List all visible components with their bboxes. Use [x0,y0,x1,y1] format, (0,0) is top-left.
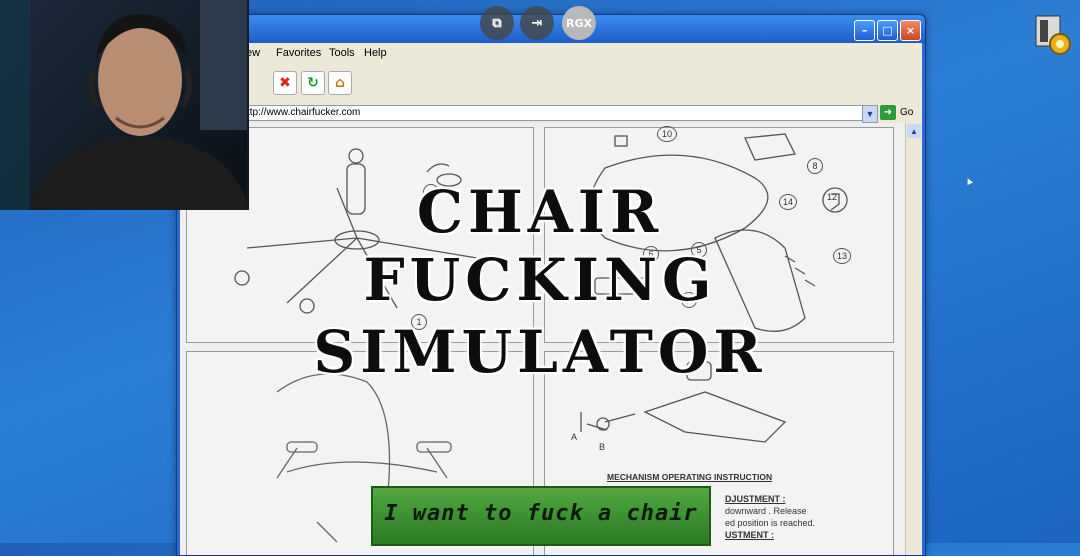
close-button[interactable]: × [900,20,921,41]
fuck-chair-button[interactable]: I want to fuck a chair [371,486,711,546]
refresh-icon[interactable]: ↻ [301,71,325,95]
stop-icon[interactable]: ✖ [273,71,297,95]
game-title-line-2: FUCKING [363,246,717,314]
go-button[interactable]: Go [900,107,913,118]
menu-favorites[interactable]: Favorites [276,47,321,59]
url-input[interactable]: ttp://www.chairfucker.com [242,105,868,121]
toolbar: ▾ ✖ ↻ ⌂ [180,63,922,104]
instruction-line: DJUSTMENT : [725,494,786,504]
part-number: 10 [657,126,677,142]
url-dropdown-icon[interactable]: ▼ [862,105,878,123]
address-bar: ttp://www.chairfucker.com ▼ ➜ Go [180,103,922,124]
instruction-line: downward . Release [725,506,807,516]
scroll-up-icon[interactable]: ▲ [907,124,921,138]
webcam-feed [0,0,249,210]
exit-icon[interactable]: ⇥ [520,6,554,40]
instruction-line: ed position is reached. [725,518,816,528]
menu-tools[interactable]: Tools [329,47,355,59]
game-title-line-3: SIMULATOR [313,318,767,386]
instruction-heading: MECHANISM OPERATING INSTRUCTION [607,472,773,482]
menu-help[interactable]: Help [364,47,387,59]
minimize-button[interactable]: – [854,20,875,41]
home-icon[interactable]: ⌂ [328,71,352,95]
popout-icon[interactable]: ⧉ [480,6,514,40]
menubar: ew Favorites Tools Help [180,43,922,64]
instruction-line: USTMENT : [725,530,774,540]
settings-gear-icon[interactable] [1034,14,1072,56]
go-arrow-icon[interactable]: ➜ [880,105,896,120]
part-number: 8 [807,158,823,174]
arrow-label: A [571,432,578,442]
window-controls: – □ × [854,20,921,41]
arrow-label: B [599,442,606,452]
streamer-silhouette [0,0,247,210]
maximize-button[interactable]: □ [877,20,898,41]
rgx-badge[interactable]: RGX [562,6,596,40]
